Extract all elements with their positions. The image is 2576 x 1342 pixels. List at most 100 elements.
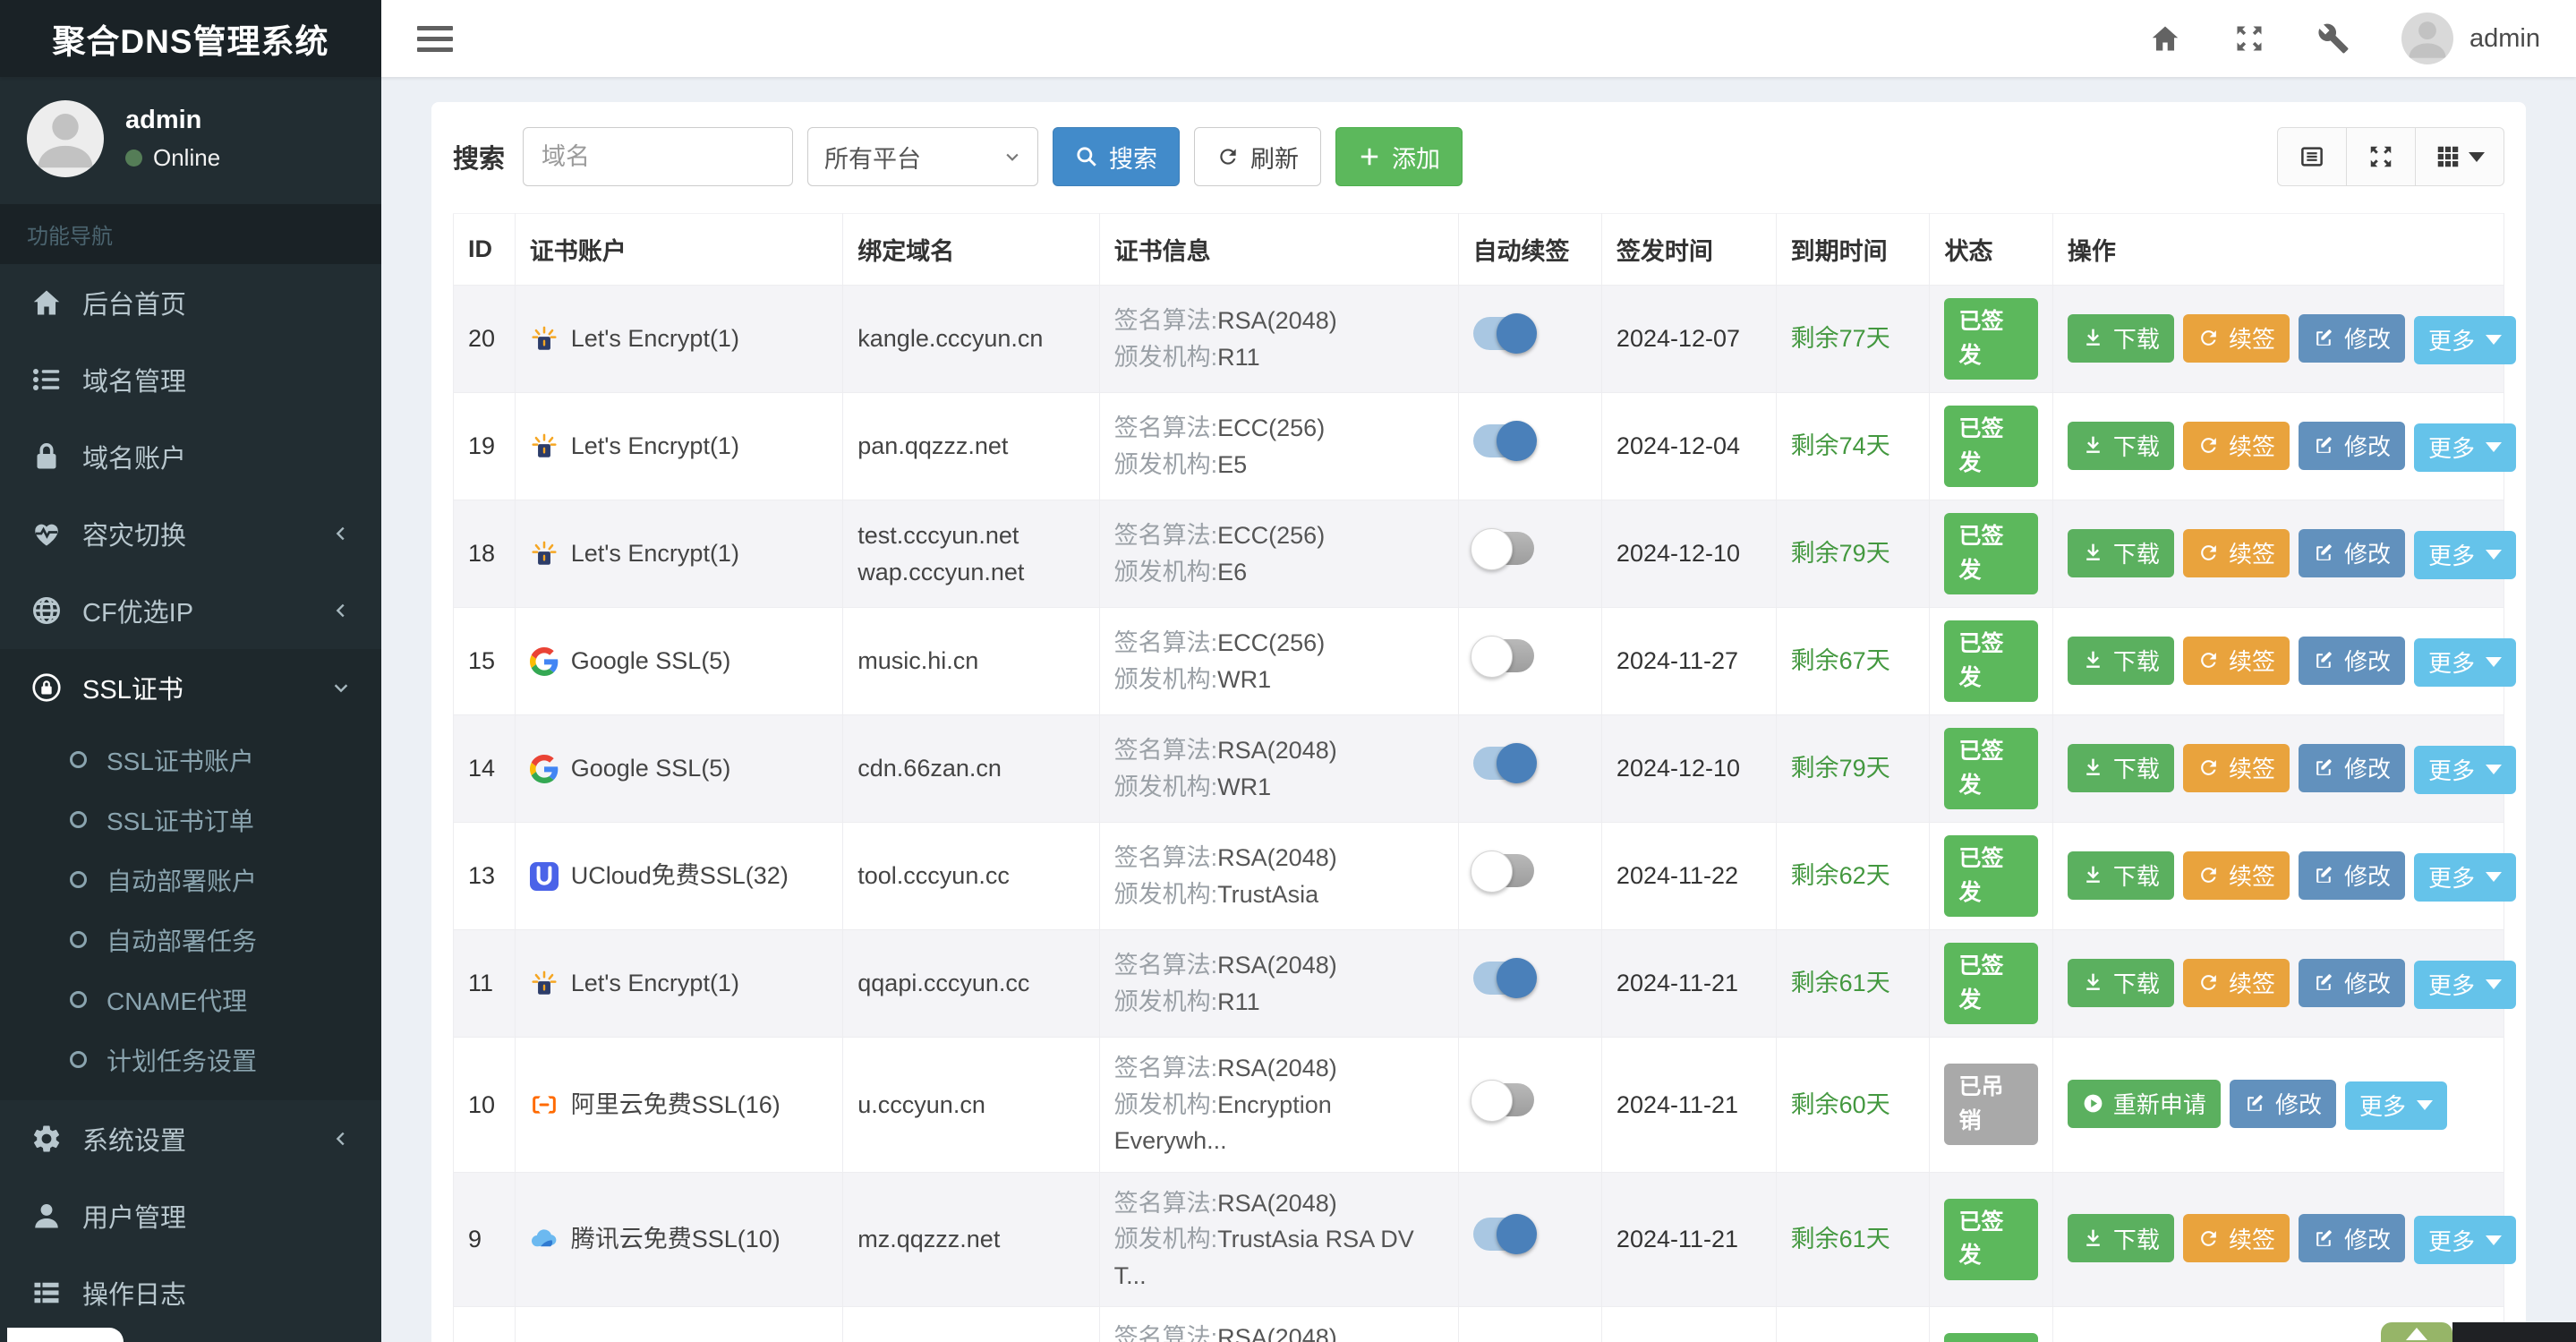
table-fullscreen-button[interactable] [2346, 127, 2416, 186]
refresh-button[interactable]: 刷新 [1194, 127, 1322, 186]
tencent-icon [530, 1225, 559, 1253]
auto-renew-toggle[interactable] [1470, 1079, 1534, 1122]
main-content: 搜索 所有平台 搜索 刷新 添加 [381, 77, 2576, 1342]
sidebar-item-系统设置[interactable]: 系统设置 [0, 1100, 381, 1177]
detail-view-button[interactable] [2277, 127, 2347, 186]
edit-button[interactable]: 修改 [2229, 1079, 2336, 1128]
platform-select[interactable]: 所有平台 [807, 127, 1039, 186]
status-badge: 已签发 [1944, 943, 2038, 1024]
renew-button[interactable]: 续签 [2182, 743, 2290, 792]
edit-button[interactable]: 修改 [2298, 313, 2405, 363]
sidebar-item-CF优选IP[interactable]: CF优选IP [0, 572, 381, 649]
renew-button[interactable]: 续签 [2182, 1214, 2290, 1263]
renew-button[interactable]: 续签 [2182, 421, 2290, 470]
renew-button[interactable]: 续签 [2182, 636, 2290, 685]
caret-down-icon [2416, 1100, 2433, 1111]
sidebar-item-容灾切换[interactable]: 容灾切换 [0, 495, 381, 572]
download-button[interactable]: 下载 [2067, 958, 2174, 1007]
columns-button[interactable] [2415, 127, 2504, 186]
refresh-icon [2197, 649, 2220, 671]
user-menu[interactable]: admin [2401, 13, 2540, 64]
cell-issued: 2024-11-21 [1600, 1171, 1777, 1307]
sidebar-item-SSL证书[interactable]: SSL证书 [0, 649, 381, 726]
search-input[interactable] [523, 127, 794, 186]
download-button[interactable]: 下载 [2067, 421, 2174, 470]
edit-button[interactable]: 修改 [2298, 851, 2405, 900]
table-header-row: ID 证书账户 绑定域名 证书信息 自动续签 签发时间 到期时间 状态 操作 [453, 213, 2505, 286]
cell-cert-info: 签名算法:RSA(2048) 颁发机构:R11 [1098, 285, 1459, 393]
auto-renew-toggle[interactable] [1472, 421, 1537, 462]
download-button[interactable]: 下载 [2067, 1214, 2174, 1263]
more-button[interactable]: 更多 [2413, 745, 2516, 794]
cell-auto-renew [1457, 1306, 1602, 1342]
edit-button[interactable]: 修改 [2298, 958, 2405, 1007]
wrench-icon[interactable] [2317, 22, 2350, 55]
sidebar-item-操作日志[interactable]: 操作日志 [0, 1254, 381, 1331]
fullscreen-icon[interactable] [2233, 22, 2265, 55]
back-to-top-button[interactable] [2381, 1322, 2452, 1342]
renew-button[interactable]: 续签 [2182, 313, 2290, 363]
download-icon [2082, 756, 2104, 779]
more-button[interactable]: 更多 [2413, 1216, 2516, 1265]
auto-renew-toggle[interactable] [1470, 636, 1534, 679]
sidebar-item-域名管理[interactable]: 域名管理 [0, 341, 381, 418]
download-button[interactable]: 下载 [2067, 313, 2174, 363]
sidebar-item-用户管理[interactable]: 用户管理 [0, 1177, 381, 1254]
renew-button[interactable]: 续签 [2182, 528, 2290, 577]
sidebar-item-label: 系统设置 [82, 1127, 187, 1156]
sidebar-item-后台首页[interactable]: 后台首页 [0, 264, 381, 341]
auto-renew-toggle[interactable] [1470, 528, 1534, 571]
download-button[interactable]: 下载 [2067, 636, 2174, 685]
download-button[interactable]: 下载 [2067, 851, 2174, 900]
column-header: ID [453, 213, 516, 286]
auto-renew-toggle[interactable] [1472, 1214, 1537, 1254]
more-button[interactable]: 更多 [2413, 960, 2516, 1009]
reapply-button[interactable]: 重新申请 [2067, 1079, 2221, 1128]
more-button[interactable]: 更多 [2413, 637, 2516, 687]
more-button[interactable]: 更多 [2413, 530, 2516, 579]
sidebar-subitem-SSL证书订单[interactable]: SSL证书订单 [0, 790, 381, 850]
more-button[interactable]: 更多 [2413, 852, 2516, 902]
auto-renew-toggle[interactable] [1472, 743, 1537, 784]
edit-button[interactable]: 修改 [2298, 528, 2405, 577]
table-row: 15 Google SSL(5) music.hi.cn 签名算法:ECC(256) 颁… [453, 607, 2516, 715]
sidebar-item-域名账户[interactable]: 域名账户 [0, 418, 381, 495]
sidebar-toggle-icon[interactable] [417, 25, 453, 52]
download-button[interactable]: 下载 [2067, 743, 2174, 792]
sidebar-subitem-SSL证书账户[interactable]: SSL证书账户 [0, 730, 381, 790]
renew-button[interactable]: 续签 [2182, 851, 2290, 900]
auto-renew-toggle[interactable] [1470, 851, 1534, 893]
auto-renew-toggle[interactable] [1472, 313, 1537, 355]
cell-issued: 2024-11-20 [1600, 1306, 1777, 1342]
column-header: 签发时间 [1600, 213, 1777, 286]
edit-button[interactable]: 修改 [2298, 421, 2405, 470]
more-button[interactable]: 更多 [2344, 1081, 2447, 1130]
nav-section-label: 功能导航 [0, 204, 381, 264]
status-badge: 已签发 [1944, 1198, 2038, 1280]
edit-button[interactable]: 修改 [2298, 636, 2405, 685]
more-button[interactable]: 更多 [2413, 315, 2516, 364]
cell-id: 20 [453, 285, 516, 393]
cell-actions: 下载续签修改更多 [2051, 1171, 2516, 1307]
cell-cert-info: 签名算法:ECC(256) 颁发机构:WR1 [1098, 607, 1459, 715]
refresh-icon [2197, 864, 2220, 886]
renew-button[interactable]: 续签 [2182, 958, 2290, 1007]
download-button[interactable]: 下载 [2067, 528, 2174, 577]
refresh-icon [2197, 327, 2220, 349]
edit-button[interactable]: 修改 [2298, 1214, 2405, 1263]
more-button[interactable]: 更多 [2413, 423, 2516, 472]
status-label: Online [153, 144, 221, 171]
sidebar-subitem-计划任务设置[interactable]: 计划任务设置 [0, 1030, 381, 1090]
add-button[interactable]: 添加 [1335, 127, 1463, 186]
search-button[interactable]: 搜索 [1053, 127, 1181, 186]
sidebar-subitem-自动部署账户[interactable]: 自动部署账户 [0, 850, 381, 910]
sidebar-subitem-CNAME代理[interactable]: CNAME代理 [0, 970, 381, 1030]
sidebar-subitem-自动部署任务[interactable]: 自动部署任务 [0, 910, 381, 970]
topbar-username: admin [2469, 23, 2540, 53]
sidebar-user-panel: admin Online [0, 77, 381, 204]
home-icon[interactable] [2149, 22, 2181, 55]
cell-id: 13 [453, 822, 516, 930]
auto-renew-toggle[interactable] [1472, 958, 1537, 999]
domain: wap.cccyun.net [857, 558, 1025, 586]
edit-button[interactable]: 修改 [2298, 743, 2405, 792]
